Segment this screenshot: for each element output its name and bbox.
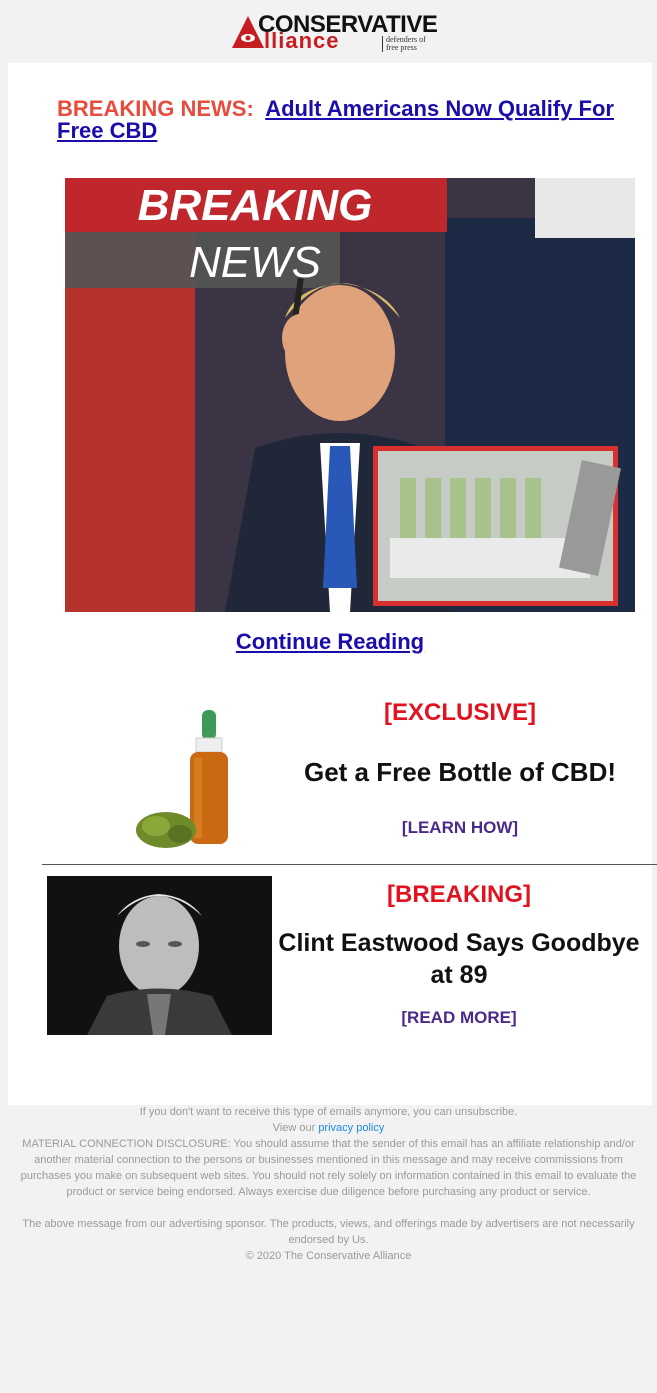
view-our-text: View our bbox=[272, 1122, 316, 1134]
unsubscribe-text: If you don't want to receive this type o… bbox=[139, 1106, 518, 1118]
portrait-image[interactable] bbox=[47, 876, 272, 1035]
brand-logo[interactable]: CONSERVATIVE lliance defenders of free p… bbox=[230, 12, 438, 53]
section-divider bbox=[42, 864, 657, 865]
copyright-text: © 2020 The Conservative Alliance bbox=[245, 1250, 412, 1262]
continue-reading: Continue Reading bbox=[8, 629, 652, 655]
sponsor-text: The above message from our advertising s… bbox=[22, 1218, 635, 1246]
ad2-tag: [BREAKING] bbox=[387, 881, 531, 908]
cbd-bottle-image[interactable] bbox=[134, 708, 234, 853]
logo-tagline: defenders of free press bbox=[382, 36, 434, 52]
disclosure-text: MATERIAL CONNECTION DISCLOSURE: You shou… bbox=[20, 1138, 637, 1198]
ad2-read-more-link[interactable]: [READ MORE] bbox=[270, 1008, 648, 1028]
hero-banner-top: BREAKING bbox=[138, 181, 373, 230]
logo-line-2: lliance bbox=[264, 28, 340, 53]
breaking-headline: BREAKING NEWS: Adult Americans Now Quali… bbox=[57, 98, 637, 142]
privacy-policy-link[interactable]: privacy policy bbox=[318, 1122, 384, 1134]
ad1-learn-how-link[interactable]: [LEARN HOW] bbox=[280, 818, 640, 838]
ad1-title[interactable]: Get a Free Bottle of CBD! bbox=[280, 757, 640, 788]
ad1-tag: [EXCLUSIVE] bbox=[383, 699, 536, 726]
hero-image[interactable]: BREAKING NEWS bbox=[65, 178, 635, 612]
hero-illustration: BREAKING NEWS bbox=[65, 178, 635, 612]
privacy-line: View our privacy policy bbox=[0, 1120, 657, 1136]
continue-reading-link[interactable]: Continue Reading bbox=[236, 629, 424, 654]
ad2-title[interactable]: Clint Eastwood Says Goodbye at 89 bbox=[270, 927, 648, 991]
email-card: BREAKING NEWS: Adult Americans Now Quali… bbox=[8, 63, 657, 1105]
